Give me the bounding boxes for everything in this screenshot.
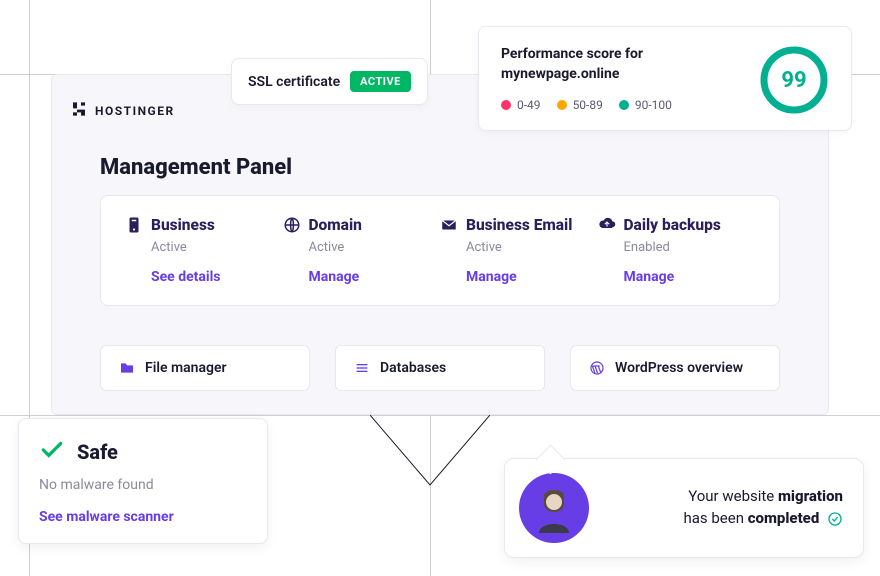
pointer-triangle <box>370 415 490 495</box>
service-business: Business Active See details <box>125 216 283 285</box>
tool-label: Databases <box>380 360 446 376</box>
service-name: Daily backups <box>624 216 721 234</box>
dot-icon <box>557 100 567 110</box>
performance-ring: 99 <box>759 45 829 115</box>
ssl-label: SSL certificate <box>248 74 340 90</box>
service-status: Active <box>466 240 598 255</box>
page-title: Management Panel <box>100 155 292 180</box>
migration-text: Your website migration has been complete… <box>605 486 843 530</box>
ssl-status-badge: ACTIVE <box>350 71 411 92</box>
avatar <box>519 473 589 543</box>
malware-scanner-link[interactable]: See malware scanner <box>39 509 247 525</box>
wordpress-overview-button[interactable]: WordPress overview <box>570 345 780 391</box>
service-status: Active <box>309 240 441 255</box>
globe-icon <box>283 216 301 234</box>
wordpress-icon <box>589 360 605 376</box>
cloud-upload-icon <box>598 216 616 234</box>
service-status: Enabled <box>624 240 756 255</box>
performance-card: Performance score for mynewpage.online 0… <box>478 26 852 131</box>
see-details-link[interactable]: See details <box>151 269 283 285</box>
legend-mid: 50-89 <box>557 98 603 112</box>
service-name: Business Email <box>466 216 572 234</box>
service-email: Business Email Active Manage <box>440 216 598 285</box>
databases-button[interactable]: Databases <box>335 345 545 391</box>
mail-icon <box>440 216 458 234</box>
ssl-certificate-card: SSL certificate ACTIVE <box>231 58 428 105</box>
folder-icon <box>119 360 135 376</box>
server-icon <box>125 216 143 234</box>
safe-subtitle: No malware found <box>39 477 247 493</box>
manage-link[interactable]: Manage <box>466 269 598 285</box>
check-icon <box>39 437 65 467</box>
hostinger-logo-icon <box>71 101 87 121</box>
manage-link[interactable]: Manage <box>309 269 441 285</box>
safe-title: Safe <box>77 440 118 464</box>
performance-score: 99 <box>759 45 829 115</box>
legend-low: 0-49 <box>501 98 541 112</box>
dot-icon <box>619 100 629 110</box>
manage-link[interactable]: Manage <box>624 269 756 285</box>
safe-card: Safe No malware found See malware scanne… <box>18 418 268 544</box>
database-icon <box>354 360 370 376</box>
brand-logo: HOSTINGER <box>71 101 175 121</box>
tool-label: WordPress overview <box>615 360 743 376</box>
migration-card: Your website migration has been complete… <box>504 458 864 558</box>
service-status: Active <box>151 240 283 255</box>
file-manager-button[interactable]: File manager <box>100 345 310 391</box>
legend-high: 90-100 <box>619 98 672 112</box>
tool-label: File manager <box>145 360 227 376</box>
dot-icon <box>501 100 511 110</box>
service-domain: Domain Active Manage <box>283 216 441 285</box>
services-card: Business Active See details Domain Activ… <box>100 195 780 306</box>
service-name: Domain <box>309 216 362 234</box>
service-backups: Daily backups Enabled Manage <box>598 216 756 285</box>
service-name: Business <box>151 216 215 234</box>
brand-name: HOSTINGER <box>95 104 175 118</box>
check-circle-icon <box>827 511 843 527</box>
